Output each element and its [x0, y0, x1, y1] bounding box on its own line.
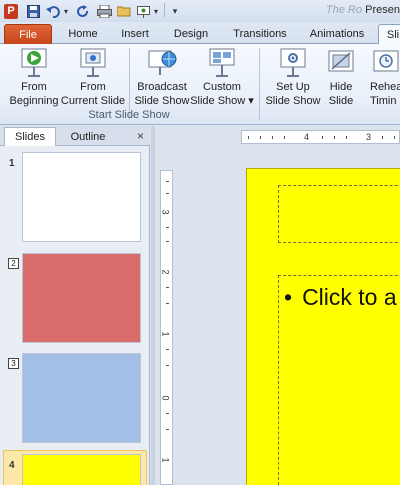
slide-number-1: 1 — [9, 158, 15, 169]
slide-thumbnail-2[interactable] — [22, 253, 141, 343]
slide-thumbnail-3[interactable] — [22, 353, 141, 443]
tab-home[interactable]: Home — [58, 24, 108, 44]
document-title-faded: The Ro — [325, 4, 362, 16]
from-beginning-icon — [18, 47, 50, 79]
pane-tabs: Slides Outline × — [0, 126, 150, 146]
undo-dropdown-icon[interactable]: ▾ — [62, 3, 70, 19]
broadcast-label-1: Broadcast — [137, 81, 187, 93]
title-placeholder[interactable] — [278, 185, 400, 243]
from-beginning-button[interactable]: From Beginning — [4, 47, 64, 109]
tab-design[interactable]: Design — [164, 24, 218, 44]
custom-slide-show-button[interactable]: Custom Slide Show ▾ — [190, 47, 254, 109]
tab-slides[interactable]: Slides — [4, 127, 56, 146]
ruler-mark: 4 — [304, 132, 310, 142]
slide-show-icon[interactable] — [136, 3, 150, 19]
custom-slide-show-icon — [206, 47, 238, 79]
slide-show-dropdown-icon[interactable]: ▾ — [152, 3, 160, 19]
ruler-mark: 2 — [160, 269, 171, 275]
horizontal-ruler: 4 3 — [241, 130, 400, 144]
slide-thumbnail-1[interactable] — [22, 152, 141, 242]
from-current-slide-button[interactable]: From Current Slide — [60, 47, 126, 109]
placeholder-text: Click to a — [302, 284, 397, 310]
slide-hidden-indicator-3: 3 — [8, 358, 19, 369]
rehearse-timings-button[interactable]: Rehea Timin — [366, 47, 400, 109]
customize-qat-icon[interactable]: ▾ — [170, 3, 180, 19]
save-icon[interactable] — [26, 3, 40, 19]
slide-hidden-indicator-2: 2 — [8, 258, 19, 269]
rehearse-label-1: Rehea — [370, 81, 400, 93]
from-beginning-label-2: Beginning — [9, 95, 59, 107]
ribbon-separator — [259, 48, 260, 120]
hide-label-1: Hide — [329, 81, 353, 93]
broadcast-slide-show-button[interactable]: Broadcast Slide Show — [134, 47, 190, 109]
broadcast-icon — [146, 47, 178, 79]
hide-slide-icon — [325, 47, 357, 79]
ruler-mark: 3 — [366, 132, 372, 142]
hide-label-2: Slide — [328, 95, 354, 107]
tab-transitions[interactable]: Transitions — [224, 24, 296, 44]
rehearse-label-2: Timin — [370, 95, 397, 107]
ruler-mark: 1 — [160, 331, 171, 337]
tab-animations[interactable]: Animations — [300, 24, 374, 44]
slide-editing-area: 4 3 3 2 1 0 1 • Click to a — [155, 126, 400, 485]
repeat-icon[interactable] — [76, 3, 90, 19]
tab-outline[interactable]: Outline — [58, 127, 118, 146]
from-beginning-label-1: From — [21, 81, 47, 93]
content-placeholder[interactable]: • Click to a — [278, 275, 400, 485]
slide-canvas[interactable]: • Click to a — [246, 168, 400, 485]
window-title: Presen — [365, 4, 400, 16]
vertical-ruler: 3 2 1 0 1 — [160, 170, 173, 485]
from-current-label-2: Current Slide — [60, 95, 126, 107]
group-label-start-slide-show: Start Slide Show — [88, 109, 170, 121]
print-preview-icon[interactable] — [96, 3, 112, 19]
set-up-label-1: Set Up — [276, 81, 310, 93]
tab-slide-show[interactable]: Sli — [378, 24, 400, 45]
hide-slide-button[interactable]: Hide Slide — [322, 47, 360, 109]
ruler-mark: 1 — [160, 457, 171, 463]
custom-label-1: Custom — [203, 81, 241, 93]
set-up-icon — [277, 47, 309, 79]
from-current-label-1: From — [80, 81, 106, 93]
slides-pane: Slides Outline × 1 2 3 4 — [0, 126, 150, 485]
custom-label-2: Slide Show ▾ — [190, 95, 254, 107]
ruler-mark: 3 — [160, 209, 171, 215]
from-current-slide-icon — [77, 47, 109, 79]
quick-access-toolbar: P ▾ ▾ ▾ The Ro Presen — [0, 0, 400, 22]
close-pane-icon[interactable]: × — [137, 129, 144, 143]
ribbon: From Beginning From Current Slide Broadc… — [0, 44, 400, 125]
set-up-slide-show-button[interactable]: Set Up Slide Show — [264, 47, 322, 109]
qat-separator — [164, 3, 165, 17]
tab-insert[interactable]: Insert — [112, 24, 158, 44]
body-text[interactable]: • Click to a — [284, 284, 397, 311]
open-folder-icon[interactable] — [116, 3, 132, 19]
set-up-label-2: Slide Show — [265, 95, 321, 107]
undo-icon[interactable] — [46, 3, 60, 19]
tab-file[interactable]: File — [4, 24, 52, 45]
slide-thumbnail-4[interactable] — [22, 454, 141, 485]
bullet-icon: • — [284, 284, 293, 310]
ribbon-tabs: File Home Insert Design Transitions Anim… — [0, 22, 400, 45]
slide-number-4: 4 — [9, 460, 15, 471]
rehearse-timings-icon — [370, 47, 400, 79]
powerpoint-app-icon[interactable]: P — [4, 3, 18, 19]
broadcast-label-2: Slide Show — [134, 95, 190, 107]
ruler-mark: 0 — [160, 395, 171, 401]
